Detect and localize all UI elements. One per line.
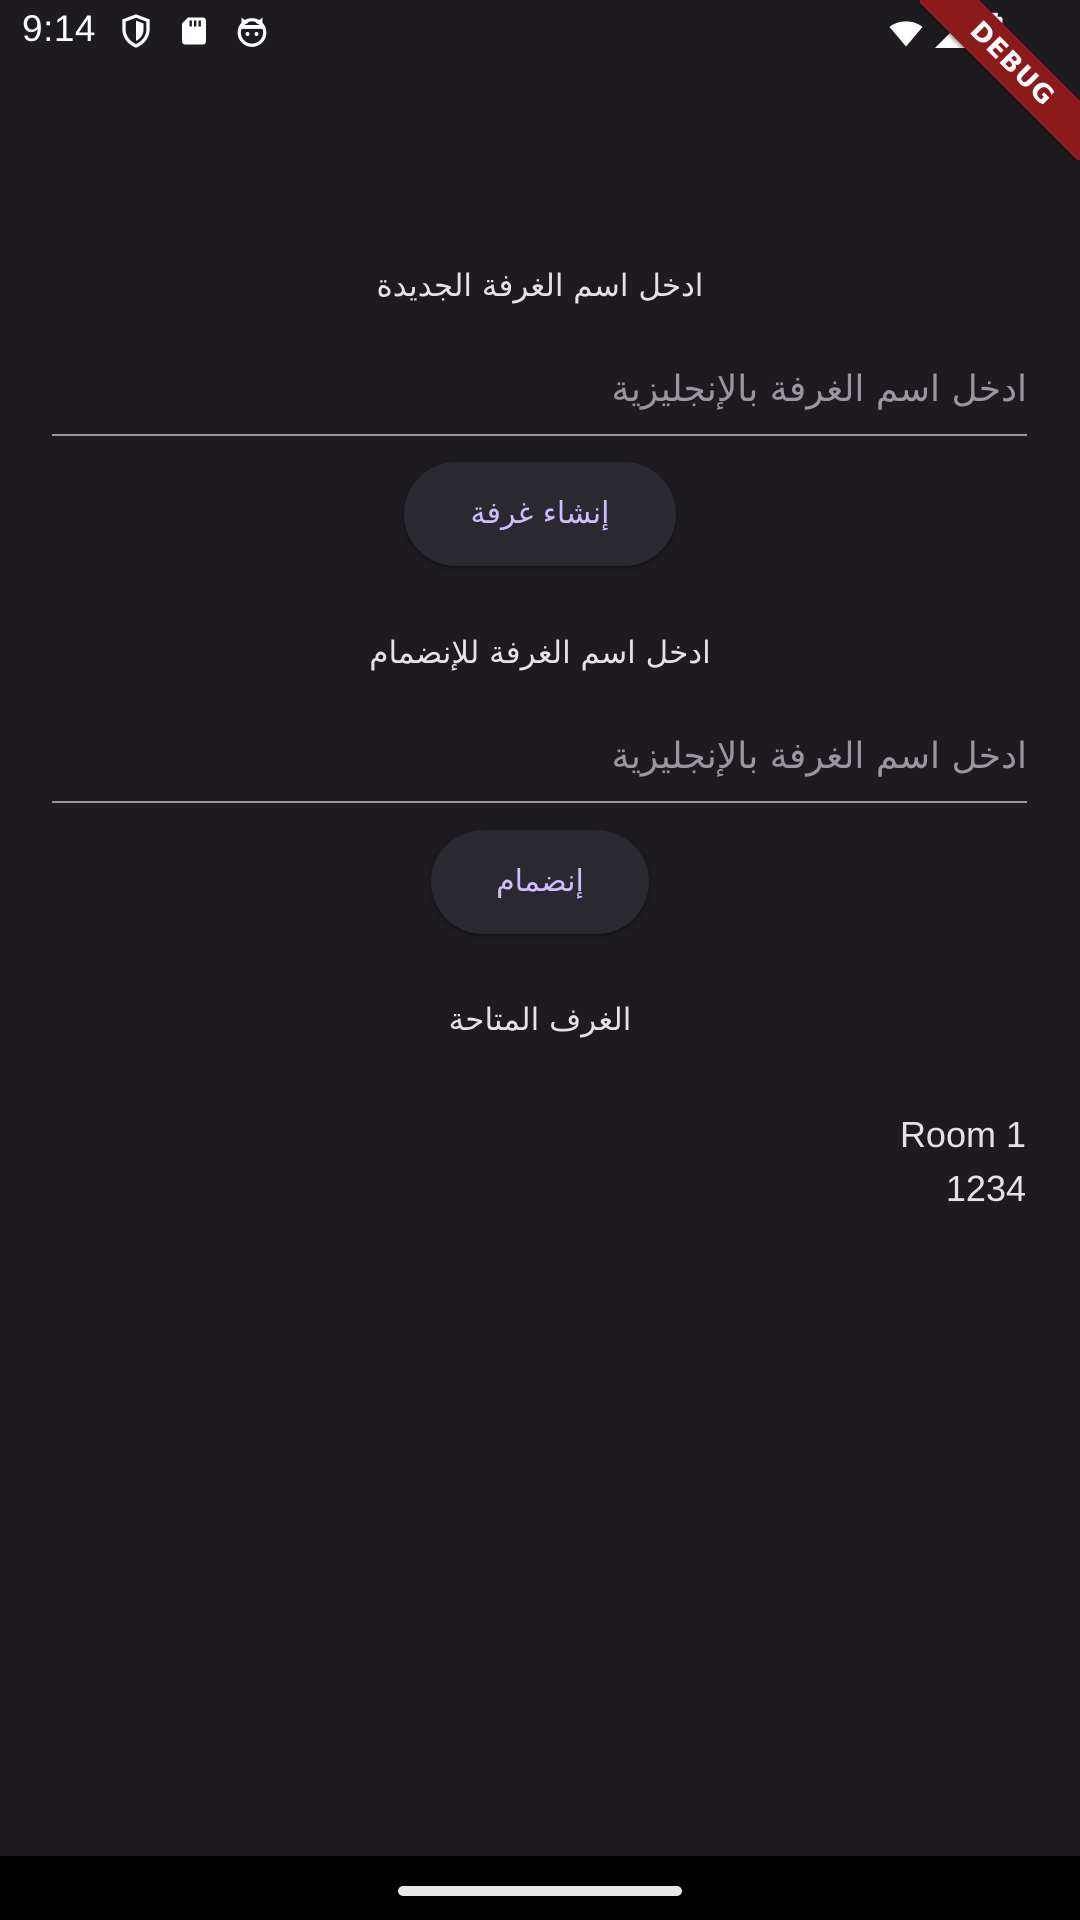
room-name: Room 1: [899, 1114, 1026, 1155]
home-indicator[interactable]: [398, 1886, 682, 1896]
create-room-button[interactable]: إنشاء غرفة: [404, 462, 676, 566]
join-room-name-field[interactable]: [52, 711, 1027, 803]
join-room-button[interactable]: إنضمام: [431, 830, 649, 934]
room-code: 1234: [945, 1168, 1026, 1209]
shield-icon: [118, 12, 154, 50]
navigation-bar: [0, 1856, 1080, 1920]
join-room-name-input[interactable]: [52, 711, 1027, 801]
available-rooms-title: الغرف المتاحة: [448, 1002, 632, 1038]
rooms-list: Room 1 1234: [900, 1108, 1026, 1216]
status-bar: 9:14: [0, 0, 1080, 64]
join-room-label: ادخل اسم الغرفة للإنضمام: [369, 635, 711, 671]
wifi-icon: [888, 14, 924, 52]
new-room-name-input[interactable]: [52, 344, 1027, 434]
cell-signal-icon: [932, 14, 968, 52]
cat-face-icon: [234, 12, 270, 50]
new-room-name-field[interactable]: [52, 344, 1027, 436]
status-time: 9:14: [22, 8, 97, 49]
create-room-label: ادخل اسم الغرفة الجديدة: [376, 268, 704, 304]
battery-icon: [978, 12, 1008, 50]
room-list-item[interactable]: Room 1 1234: [900, 1108, 1026, 1216]
sd-card-icon: [176, 12, 212, 50]
